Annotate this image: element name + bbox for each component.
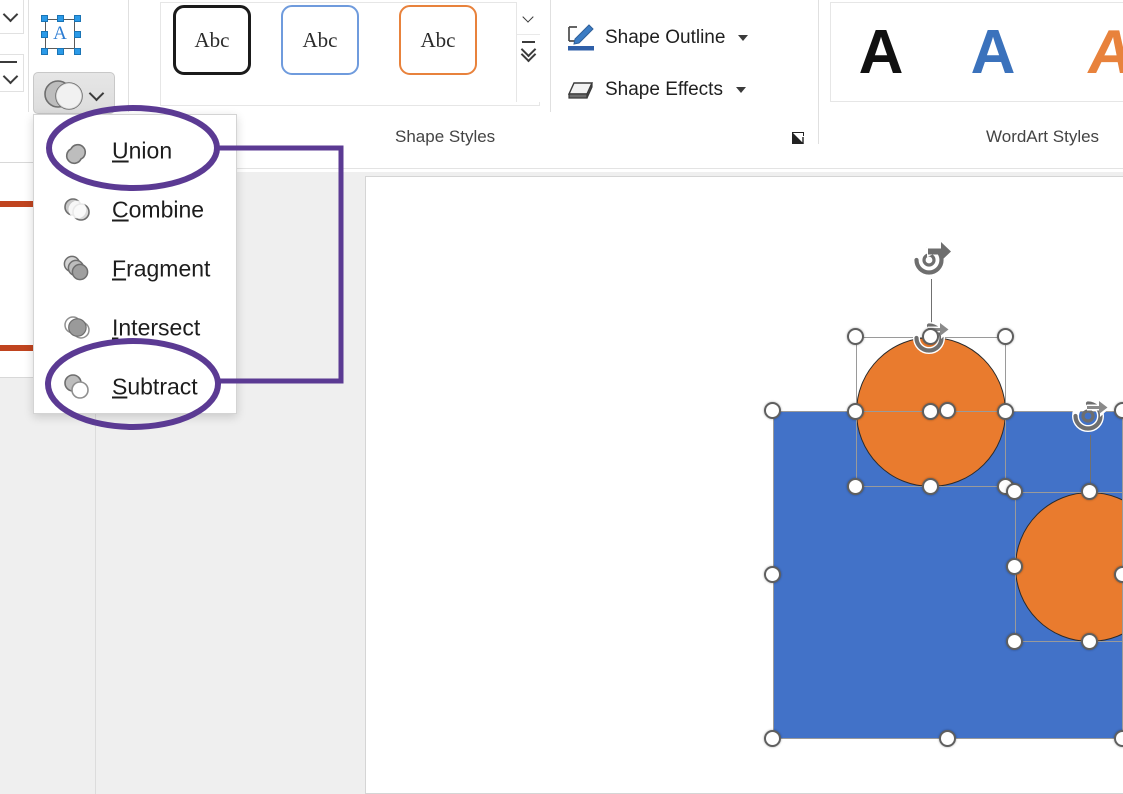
shape-styles-group-label: Shape Styles [395,127,496,146]
chevron-down-icon [2,68,19,85]
canvas-area [96,172,1123,794]
shape-effects-button[interactable]: Shape Effects [566,77,746,103]
shape-style-tile-3[interactable]: Abc [399,5,477,75]
subtract-icon [64,373,89,399]
selection-handle[interactable] [1006,558,1023,575]
selection-handle[interactable] [764,730,781,747]
fragment-icon [63,255,89,280]
wordart-style-label: A [858,17,904,87]
shape-effects-icon [567,82,594,99]
shape-style-label: Abc [420,27,456,52]
shape-style-tile-2[interactable]: Abc [281,5,359,75]
wordart-style-label: A [1083,17,1123,87]
selection-handle[interactable] [847,328,864,345]
text-box-icon-glyph: A [45,19,75,49]
intersect-icon [64,315,90,339]
group-separator [28,0,29,112]
selection-handle[interactable] [922,328,939,345]
shape-outline-label: Shape Outline [605,27,726,48]
selection-handle[interactable] [1081,483,1098,500]
selection-handle[interactable] [922,403,939,420]
wordart-style-tile-3[interactable]: A [1056,3,1123,101]
shape-styles-scroll-column[interactable] [516,2,540,102]
menu-item-intersect-label: Intersect [112,314,201,340]
wordart-styles-gallery[interactable]: A A A [830,2,1123,102]
chevron-down-icon [2,6,19,23]
selection-handle[interactable] [847,478,864,495]
shape-style-label: Abc [194,27,230,52]
shape-style-tile-1[interactable]: Abc [173,5,251,75]
rotation-handle[interactable] [911,239,953,281]
selection-handle[interactable] [764,566,781,583]
selection-handle[interactable] [1006,633,1023,650]
selection-handle[interactable] [847,403,864,420]
menu-item-union-label: Union [112,137,173,163]
menu-item-intersect[interactable]: Intersect [34,298,238,357]
ribbon-left-mini-column [0,0,30,112]
group-separator [550,0,551,112]
chevron-down-icon [738,35,749,41]
chevron-down-icon [88,85,105,102]
selection-handle[interactable] [939,402,956,419]
menu-item-subtract-label: Subtract [112,373,198,399]
shape-outline-button[interactable]: Shape Outline [566,24,749,52]
group-separator [818,0,819,144]
chevron-down-icon [735,87,746,93]
wordart-style-tile-1[interactable]: A [833,3,929,101]
selection-box-circle-right [1015,492,1123,642]
menu-item-fragment-label: Fragment [112,255,211,281]
selection-handle[interactable] [1114,730,1123,747]
selection-handle[interactable] [997,328,1014,345]
pen-outline-icon [568,24,594,51]
selection-handle[interactable] [939,730,956,747]
selection-handle[interactable] [997,403,1014,420]
arrange-dropdown-top[interactable] [0,0,24,34]
selection-handle[interactable] [1006,483,1023,500]
arrange-dropdown-bottom[interactable] [0,54,24,92]
selection-handle[interactable] [1081,633,1098,650]
selection-handle[interactable] [922,478,939,495]
union-icon [65,143,87,164]
menu-item-union[interactable]: Union [34,121,238,180]
wordart-style-label: A [970,17,1016,87]
more-styles-icon [520,41,537,63]
wordart-style-tile-2[interactable]: A [945,3,1041,101]
shape-style-label: Abc [302,27,338,52]
rotation-handle[interactable] [1070,395,1112,437]
text-box-icon[interactable]: A [40,14,82,56]
merge-shapes-button[interactable] [33,72,115,114]
chevron-down-icon [522,11,534,23]
merge-shapes-icon [44,80,83,110]
app-window: A Abc Abc Abc Shape Styles Shape Outline… [0,0,1123,794]
slide-canvas[interactable] [365,176,1123,794]
menu-item-fragment[interactable]: Fragment [34,239,238,298]
merge-shapes-menu[interactable]: Union Combine Fragment Intersect Subtrac… [33,114,237,414]
menu-item-combine[interactable]: Combine [34,180,238,239]
menu-item-combine-label: Combine [112,196,205,222]
shape-styles-more-button[interactable] [517,35,540,68]
shape-styles-dialog-launcher[interactable] [790,130,806,146]
shape-styles-gallery[interactable]: Abc Abc Abc [160,2,540,106]
menu-item-subtract[interactable]: Subtract [34,357,238,416]
group-separator [128,0,129,112]
combine-icon [64,197,90,221]
shape-styles-scroll-down-button[interactable] [517,2,540,35]
selection-handle[interactable] [764,402,781,419]
wordart-styles-group-label: WordArt Styles [986,127,1100,146]
shape-effects-label: Shape Effects [605,79,723,100]
